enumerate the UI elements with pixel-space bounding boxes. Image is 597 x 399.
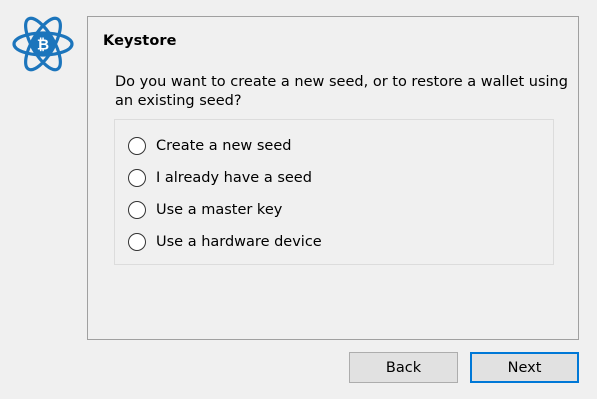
radio-button[interactable] [128,233,146,251]
option-master-key[interactable]: Use a master key [128,199,282,221]
svg-text:₿: ₿ [37,36,49,54]
radio-button[interactable] [128,137,146,155]
option-label: Use a hardware device [156,234,322,250]
option-label: Create a new seed [156,138,292,154]
option-label: Use a master key [156,202,283,218]
next-button[interactable]: Next [470,352,579,383]
back-button[interactable]: Back [349,352,458,383]
electrum-logo-icon: ₿ [11,14,75,74]
question-text: Do you want to create a new seed, or to … [115,74,568,109]
option-already-have-seed[interactable]: I already have a seed [128,167,312,189]
radio-button[interactable] [128,169,146,187]
keystore-panel: Keystore Do you want to create a new see… [87,16,579,340]
radio-button[interactable] [128,201,146,219]
option-create-new-seed[interactable]: Create a new seed [128,135,291,157]
panel-title: Keystore [103,33,177,49]
option-hardware-device[interactable]: Use a hardware device [128,231,322,253]
options-group: Create a new seed I already have a seed … [114,119,554,265]
option-label: I already have a seed [156,170,312,186]
